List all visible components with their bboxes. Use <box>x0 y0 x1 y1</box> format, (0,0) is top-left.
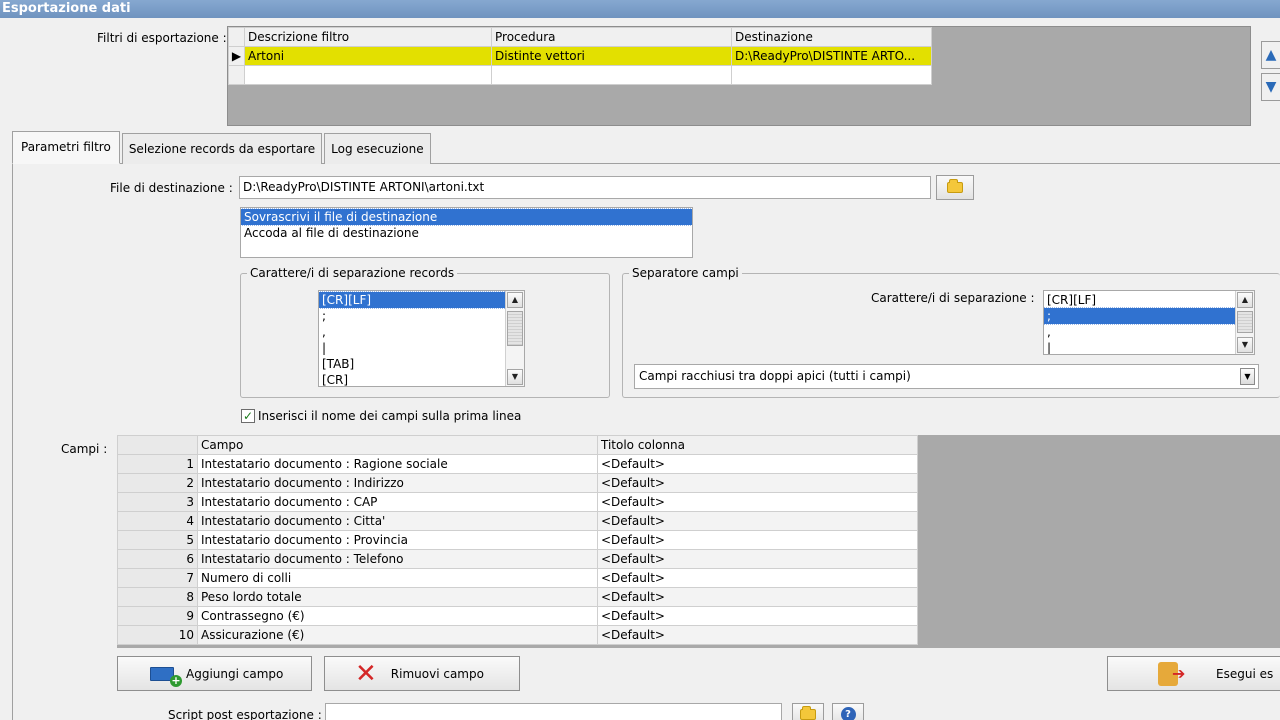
scroll-thumb[interactable] <box>507 311 523 346</box>
list-item[interactable]: ; <box>1044 307 1254 325</box>
table-row[interactable]: 5 Intestatario documento : Provincia <Defa… <box>117 530 918 550</box>
field-separator-scrollbar[interactable]: ▲ ▼ <box>1235 291 1254 354</box>
table-row[interactable]: 1 Intestatario documento : Ragione social… <box>117 454 918 474</box>
cell-destinazione[interactable]: D:\ReadyPro\DISTINTE ARTO... <box>731 46 932 66</box>
table-row-empty[interactable] <box>228 65 932 85</box>
row-indicator-icon: ▶ <box>228 46 245 66</box>
list-item[interactable]: ; <box>319 308 524 324</box>
move-up-button[interactable]: ▲ <box>1261 41 1280 69</box>
table-row[interactable]: 7 Numero di colli <Default> <box>117 568 918 588</box>
table-row[interactable]: 10 Assicurazione (€) <Default> <box>117 625 918 645</box>
move-down-button[interactable]: ▼ <box>1261 73 1280 101</box>
field-separator-list[interactable]: [CR][LF] ; , | ▲ ▼ <box>1043 290 1255 355</box>
chevron-down-icon[interactable]: ▼ <box>1240 368 1255 385</box>
list-item[interactable]: [TAB] <box>319 356 524 372</box>
execute-export-button[interactable]: Esegui es <box>1107 656 1280 691</box>
header-row-checkbox-label: Inserisci il nome dei campi sulla prima … <box>258 409 522 423</box>
scroll-down-icon[interactable]: ▼ <box>1237 337 1253 353</box>
col-destinazione[interactable]: Destinazione <box>731 27 932 47</box>
list-item[interactable]: [CR][LF] <box>319 291 524 309</box>
folder-icon <box>800 705 816 720</box>
col-procedura[interactable]: Procedura <box>491 27 732 47</box>
quote-mode-value: Campi racchiusi tra doppi apici (tutti i… <box>639 369 911 383</box>
field-separator-label: Separatore campi <box>629 266 742 280</box>
table-row[interactable]: 4 Intestatario documento : Citta' <Default… <box>117 511 918 531</box>
scroll-up-icon[interactable]: ▲ <box>1237 292 1253 308</box>
campi-label: Campi : <box>61 442 108 456</box>
scroll-thumb[interactable] <box>1237 311 1253 333</box>
arrow-up-icon: ▲ <box>1265 47 1277 63</box>
field-separator-chars-label: Carattere/i di separazione : <box>871 291 1035 305</box>
tab-log-esecuzione[interactable]: Log esecuzione <box>324 133 431 164</box>
cell-procedura[interactable]: Distinte vettori <box>491 46 732 66</box>
arrow-down-icon: ▼ <box>1265 79 1277 95</box>
help-icon: ? <box>840 706 856 720</box>
campi-table: Campo Titolo colonna 1 Intestatario docum… <box>117 435 918 645</box>
browse-file-button[interactable] <box>936 175 974 200</box>
col-campo[interactable]: Campo <box>197 435 598 455</box>
script-input[interactable] <box>325 703 782 720</box>
list-item[interactable]: | <box>319 340 524 356</box>
col-descrizione[interactable]: Descrizione filtro <box>244 27 492 47</box>
script-label: Script post esportazione : <box>168 708 322 720</box>
table-row[interactable]: ▶ Artoni Distinte vettori D:\ReadyPro\DI… <box>228 46 932 66</box>
help-button[interactable]: ? <box>832 703 864 720</box>
tab-parametri-filtro[interactable]: Parametri filtro <box>12 131 120 164</box>
list-item[interactable]: , <box>319 324 524 340</box>
filters-label: Filtri di esportazione : <box>97 31 227 45</box>
remove-field-button[interactable]: ✕ Rimuovi campo <box>324 656 520 691</box>
cell-descrizione[interactable]: Artoni <box>244 46 492 66</box>
table-row[interactable]: 2 Intestatario documento : Indirizzo <Defa… <box>117 473 918 493</box>
list-item-append[interactable]: Accoda al file di destinazione <box>241 225 692 241</box>
window-title: Esportazione dati <box>0 0 1280 18</box>
add-field-button[interactable]: Aggiungi campo <box>117 656 312 691</box>
list-item[interactable]: [CR] <box>319 372 524 386</box>
list-item[interactable]: | <box>1044 340 1254 354</box>
table-row[interactable]: 8 Peso lordo totale <Default> <box>117 587 918 607</box>
list-item[interactable]: , <box>1044 324 1254 340</box>
add-field-icon <box>150 666 182 687</box>
execute-export-label: Esegui es <box>1216 666 1274 681</box>
list-item[interactable]: [CR][LF] <box>1044 292 1254 308</box>
tab-selezione-records[interactable]: Selezione records da esportare <box>121 133 323 164</box>
table-row[interactable]: 3 Intestatario documento : CAP <Default> <box>117 492 918 512</box>
record-separator-scrollbar[interactable]: ▲ ▼ <box>505 291 524 386</box>
scroll-down-icon[interactable]: ▼ <box>507 369 523 385</box>
quote-mode-select[interactable]: Campi racchiusi tra doppi apici (tutti i… <box>634 364 1259 389</box>
record-separator-label: Carattere/i di separazione records <box>247 266 458 280</box>
scroll-up-icon[interactable]: ▲ <box>507 292 523 308</box>
filters-grid[interactable]: Descrizione filtro Procedura Destinazion… <box>227 26 1251 126</box>
tab-bar: Parametri filtro Selezione records da es… <box>12 131 433 164</box>
remove-field-label: Rimuovi campo <box>390 666 484 681</box>
write-mode-list[interactable]: Sovrascrivi il file di destinazione Acco… <box>240 207 693 258</box>
execute-export-icon <box>1158 661 1185 686</box>
col-titolo-colonna[interactable]: Titolo colonna <box>597 435 918 455</box>
table-row[interactable]: 9 Contrassegno (€) <Default> <box>117 606 918 626</box>
browse-script-button[interactable] <box>792 703 824 720</box>
add-field-label: Aggiungi campo <box>186 666 284 681</box>
table-row[interactable]: 6 Intestatario documento : Telefono <Defau… <box>117 549 918 569</box>
folder-icon <box>947 179 963 193</box>
file-destination-input[interactable]: D:\ReadyPro\DISTINTE ARTONI\artoni.txt <box>239 176 931 199</box>
close-icon: ✕ <box>355 658 377 689</box>
file-label: File di destinazione : <box>110 181 233 195</box>
record-separator-list[interactable]: [CR][LF] ; , | [TAB] [CR] ▲ ▼ <box>318 290 525 387</box>
filters-table: Descrizione filtro Procedura Destinazion… <box>228 27 932 85</box>
header-row-checkbox[interactable]: ✓ <box>241 409 255 423</box>
campi-grid[interactable]: Campo Titolo colonna 1 Intestatario docum… <box>117 435 1280 648</box>
list-item-overwrite[interactable]: Sovrascrivi il file di destinazione <box>241 208 692 226</box>
